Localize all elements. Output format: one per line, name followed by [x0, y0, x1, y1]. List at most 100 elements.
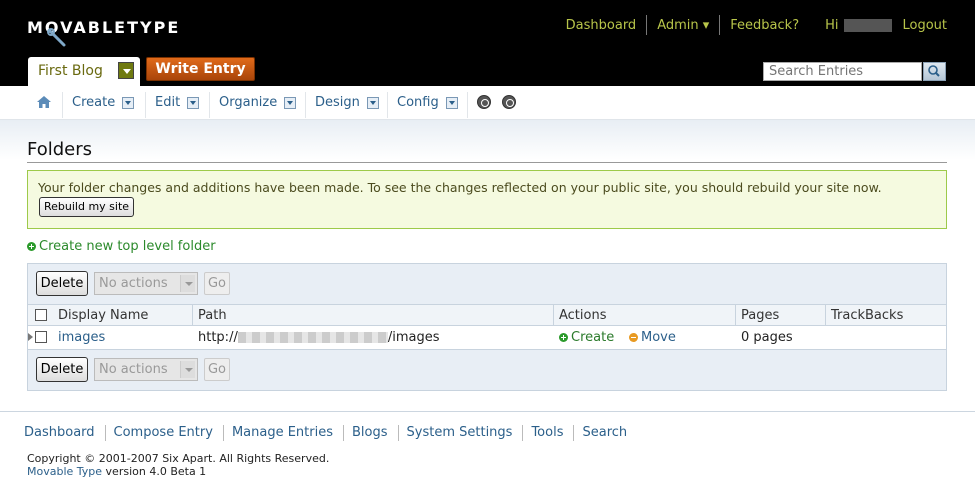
username-redacted [844, 18, 893, 32]
menu-design-label: Design [315, 95, 360, 110]
menu-config[interactable]: Config [397, 95, 458, 110]
version-text: Movable Type version 4.0 Beta 1 [27, 465, 206, 478]
menu-edit-label: Edit [155, 95, 181, 110]
menu-divider [145, 92, 146, 118]
folder-list: Delete No actions Go Display Name Path A… [27, 263, 947, 391]
footer-link-tools[interactable]: Tools [531, 425, 563, 441]
home-icon[interactable] [36, 94, 52, 110]
search-button[interactable] [923, 62, 946, 81]
blog-name: First Blog [38, 63, 103, 79]
main-menu: Create Edit Organize Design Config [0, 86, 975, 120]
search-icon [928, 65, 940, 77]
nav-dashboard-link[interactable]: Dashboard [566, 18, 637, 33]
nav-admin-menu[interactable]: Admin ▾ [657, 18, 709, 33]
path-suffix: /images [387, 330, 440, 345]
create-folder-link[interactable]: Create new top level folder [27, 239, 216, 254]
footer-link-system-settings[interactable]: System Settings [407, 425, 513, 441]
row-move-label: Move [641, 330, 676, 345]
row-create-action[interactable]: Create [559, 330, 614, 345]
expand-arrow-icon[interactable] [28, 333, 33, 341]
chevron-down-icon[interactable] [366, 96, 379, 109]
menu-divider [387, 92, 388, 118]
column-divider [192, 305, 193, 326]
success-message: Your folder changes and additions have b… [27, 170, 947, 229]
menu-divider [305, 92, 306, 118]
rebuild-icon[interactable] [477, 95, 491, 109]
move-icon [629, 333, 638, 342]
movable-type-link[interactable]: Movable Type [27, 465, 102, 478]
go-button[interactable]: Go [204, 358, 230, 381]
menu-create[interactable]: Create [72, 95, 135, 110]
footer-link-blogs[interactable]: Blogs [352, 425, 388, 441]
row-move-action[interactable]: Move [629, 330, 676, 345]
column-divider [825, 305, 826, 326]
chevron-down-icon [180, 275, 195, 292]
utility-nav: Dashboard Admin ▾ Feedback? Hi Logout [566, 15, 947, 35]
column-header[interactable]: Pages [741, 308, 779, 323]
column-header[interactable]: Path [198, 308, 227, 323]
bottom-action-bar: Delete No actions Go [28, 350, 946, 390]
footer-divider [522, 425, 524, 441]
footer-divider [104, 425, 106, 441]
delete-button[interactable]: Delete [36, 357, 88, 382]
footer-link-compose-entry[interactable]: Compose Entry [114, 425, 213, 441]
menu-divider [467, 92, 468, 118]
search-input[interactable] [763, 62, 922, 81]
footer-link-dashboard[interactable]: Dashboard [24, 425, 95, 441]
folder-path: http:// /images [198, 330, 439, 345]
path-prefix: http:// [198, 330, 238, 345]
more-actions-select[interactable]: No actions [94, 358, 198, 381]
menu-edit[interactable]: Edit [155, 95, 200, 110]
nav-divider [719, 15, 721, 35]
select-all-checkbox[interactable] [35, 309, 47, 321]
menu-design[interactable]: Design [315, 95, 379, 110]
footer-divider [343, 425, 344, 441]
blog-switch-dropdown-icon[interactable] [118, 62, 134, 79]
movabletype-logo[interactable]: MOVABLETYPE [27, 18, 180, 47]
folder-name-link[interactable]: images [58, 330, 105, 345]
row-create-label: Create [571, 330, 615, 345]
greeting-label: Hi [825, 17, 839, 33]
column-header[interactable]: Display Name [58, 308, 148, 323]
table-header: Display Name Path Actions Pages TrackBac… [28, 304, 946, 326]
chevron-down-icon[interactable] [445, 96, 458, 109]
column-divider [735, 305, 736, 326]
plus-icon [559, 333, 568, 342]
write-entry-button[interactable]: Write Entry [146, 57, 255, 81]
more-actions-select[interactable]: No actions [94, 272, 198, 295]
plus-icon [27, 242, 36, 251]
top-action-bar: Delete No actions Go [28, 264, 946, 304]
logout-link[interactable]: Logout [902, 18, 947, 33]
pages-count: 0 pages [741, 330, 793, 345]
footer-divider [397, 425, 399, 441]
menu-config-label: Config [397, 95, 439, 110]
chevron-down-icon[interactable] [187, 96, 200, 109]
footer-divider [573, 425, 575, 441]
column-header: Actions [559, 308, 607, 323]
copyright-text: Copyright © 2001-2007 Six Apart. All Rig… [27, 452, 330, 465]
column-divider [553, 305, 554, 326]
footer-nav: Dashboard Compose Entry Manage Entries B… [24, 425, 627, 441]
wrench-icon [47, 28, 66, 47]
nav-feedback-link[interactable]: Feedback? [730, 18, 799, 33]
view-site-icon[interactable] [502, 95, 516, 109]
footer-link-search[interactable]: Search [582, 425, 627, 441]
message-text: Your folder changes and additions have b… [38, 180, 882, 195]
column-header[interactable]: TrackBacks [831, 308, 903, 323]
delete-button[interactable]: Delete [36, 271, 88, 296]
page-footer: Dashboard Compose Entry Manage Entries B… [0, 411, 975, 502]
chevron-down-icon[interactable] [284, 96, 297, 109]
version-label: version 4.0 Beta 1 [102, 465, 207, 478]
menu-organize[interactable]: Organize [219, 95, 297, 110]
blog-selector[interactable]: First Blog [28, 57, 140, 86]
menu-divider [209, 92, 210, 118]
title-divider [27, 162, 947, 163]
actions-select-value: No actions [99, 276, 168, 291]
go-button[interactable]: Go [204, 272, 230, 295]
menu-create-label: Create [72, 95, 116, 110]
footer-link-manage-entries[interactable]: Manage Entries [232, 425, 333, 441]
rebuild-site-button[interactable]: Rebuild my site [39, 197, 135, 217]
chevron-down-icon[interactable] [122, 96, 135, 109]
row-checkbox[interactable] [35, 331, 47, 343]
path-host-redacted [237, 332, 388, 343]
